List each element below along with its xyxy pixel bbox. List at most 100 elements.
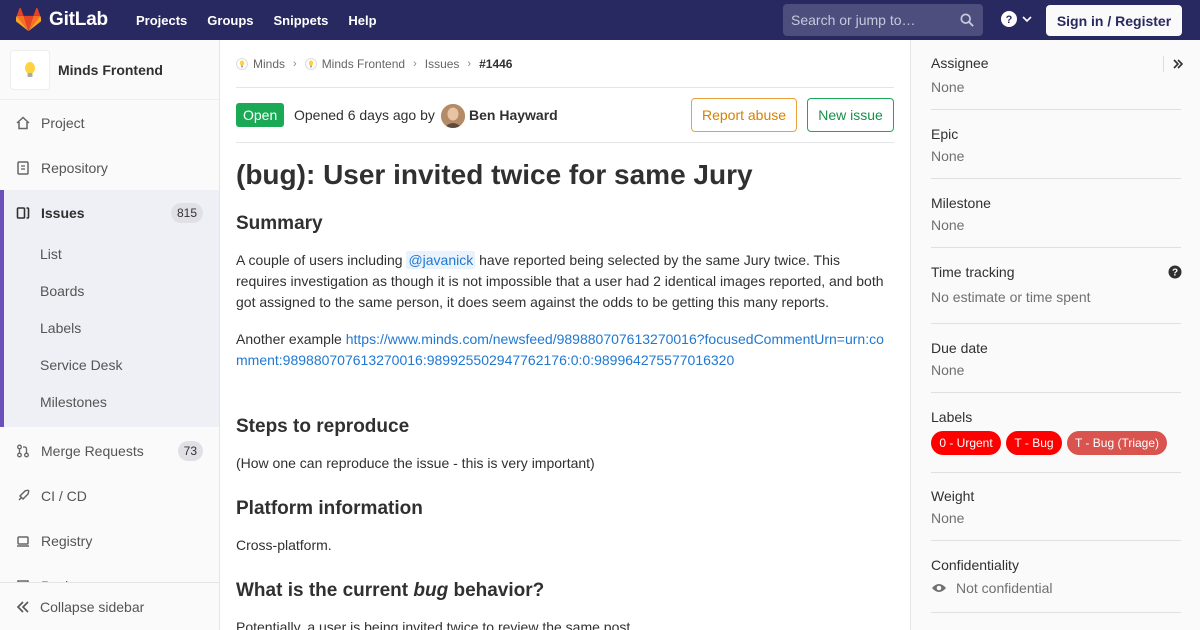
project-name: Minds Frontend: [58, 61, 163, 78]
sidebar-item-label: Repository: [41, 159, 108, 176]
heading-text-end: behavior?: [448, 580, 545, 601]
sign-in-button[interactable]: Sign in / Register: [1046, 5, 1182, 36]
gitlab-logo[interactable]: GitLab: [16, 0, 108, 40]
author-avatar[interactable]: [441, 104, 465, 128]
issues-icon: [16, 206, 30, 219]
question-icon: ?: [1001, 11, 1017, 27]
nav-groups[interactable]: Groups: [207, 13, 253, 28]
project-avatar: [10, 49, 50, 90]
merge-request-icon: [17, 444, 29, 457]
divider: [931, 540, 1181, 541]
svg-text:?: ?: [1006, 14, 1013, 26]
search-placeholder: Search or jump to…: [791, 12, 916, 28]
divider: [931, 109, 1181, 110]
issue-title: (bug): User invited twice for same Jury: [236, 159, 753, 190]
mr-count-badge: 73: [177, 441, 203, 461]
user-mention[interactable]: @javanick: [406, 251, 476, 269]
assignee-value: None: [931, 79, 965, 95]
confidentiality-title: Confidentiality: [931, 557, 1019, 573]
project-avatar-small: [304, 57, 317, 70]
double-chevron-left-icon: [16, 600, 29, 613]
breadcrumb-group[interactable]: Minds: [253, 57, 285, 71]
label-bug-triage[interactable]: T - Bug (Triage): [1067, 431, 1167, 455]
project-sidebar: Minds Frontend Project Repository Issues…: [0, 40, 220, 630]
sidebar-subitem-boards[interactable]: Boards: [40, 283, 84, 299]
search-input[interactable]: Search or jump to…: [783, 4, 983, 36]
sidebar-subitem-service-desk[interactable]: Service Desk: [40, 357, 122, 373]
nav-help[interactable]: Help: [348, 13, 376, 28]
sidebar-item-merge-requests[interactable]: Merge Requests 73: [0, 428, 219, 473]
sidebar-item-issues[interactable]: Issues 815: [0, 190, 219, 235]
opened-meta: Opened 6 days ago by: [294, 107, 435, 123]
epic-title: Epic: [931, 126, 959, 142]
summary-paragraph: A couple of users including @javanick ha…: [236, 250, 894, 313]
heading-text-start: What is the current: [236, 580, 414, 601]
project-header[interactable]: Minds Frontend: [0, 40, 219, 100]
chevron-right-icon: ›: [467, 57, 472, 70]
breadcrumb-project[interactable]: Minds Frontend: [322, 57, 405, 71]
lightbulb-icon: [25, 61, 35, 77]
current-behavior-text: Potentially, a user is being invited twi…: [236, 619, 635, 630]
report-abuse-button[interactable]: Report abuse: [691, 98, 797, 132]
due-date-title: Due date: [931, 340, 988, 356]
label-urgent[interactable]: 0 - Urgent: [931, 431, 1001, 455]
divider: [931, 612, 1181, 613]
breadcrumb: Minds › Minds Frontend › Issues › #1446: [236, 56, 512, 71]
sidebar-item-cicd[interactable]: CI / CD: [0, 473, 219, 518]
assignee-title: Assignee: [931, 55, 989, 71]
breadcrumb-issues[interactable]: Issues: [425, 57, 460, 71]
collapse-sidebar-button[interactable]: Collapse sidebar: [0, 582, 219, 630]
example-paragraph: Another example https://www.minds.com/ne…: [236, 329, 894, 371]
sidebar-item-label: Project: [41, 114, 85, 131]
time-tracking-title: Time tracking: [931, 264, 1015, 280]
chevron-right-icon: ›: [413, 57, 417, 70]
label-bug[interactable]: T - Bug: [1006, 431, 1062, 455]
sidebar-item-label: CI / CD: [41, 487, 87, 504]
platform-heading: Platform information: [236, 498, 423, 519]
rocket-icon: [18, 489, 30, 501]
search-icon: [960, 13, 974, 27]
sidebar-item-project[interactable]: Project: [0, 100, 219, 145]
nav-projects[interactable]: Projects: [136, 13, 187, 28]
gitlab-tanuki-icon: [16, 8, 41, 32]
sidebar-subitem-milestones[interactable]: Milestones: [40, 394, 107, 410]
sidebar-item-registry[interactable]: Registry: [0, 518, 219, 563]
breadcrumb-issue-id[interactable]: #1446: [479, 57, 512, 71]
lightbulb-icon: [308, 59, 313, 67]
double-chevron-right-icon[interactable]: [1171, 57, 1185, 71]
divider: [931, 392, 1181, 393]
milestone-value: None: [931, 217, 965, 233]
new-issue-button[interactable]: New issue: [807, 98, 894, 132]
divider: [931, 247, 1181, 248]
sidebar-subitem-labels[interactable]: Labels: [40, 320, 81, 336]
summary-text-start: A couple of users including: [236, 252, 407, 268]
chevron-down-icon: [1022, 16, 1032, 23]
question-icon[interactable]: ?: [1168, 265, 1182, 279]
sidebar-item-label: Issues: [41, 204, 85, 221]
due-date-value: None: [931, 362, 965, 378]
sidebar-subitem-list[interactable]: List: [40, 246, 62, 262]
nav-snippets[interactable]: Snippets: [274, 13, 329, 28]
top-navbar: GitLab Projects Groups Snippets Help Sea…: [0, 0, 1200, 40]
book-icon: [17, 160, 29, 175]
sidebar-item-label: Merge Requests: [41, 442, 144, 459]
summary-heading: Summary: [236, 213, 323, 234]
issues-count-badge: 815: [170, 203, 203, 223]
steps-text: (How one can reproduce the issue - this …: [236, 455, 595, 471]
sidebar-item-repository[interactable]: Repository: [0, 145, 219, 190]
home-icon: [16, 115, 30, 129]
top-nav-links: Projects Groups Snippets Help: [136, 13, 397, 28]
status-badge: Open: [236, 103, 285, 127]
sidebar-item-label: Registry: [41, 532, 93, 549]
weight-value: None: [931, 510, 965, 526]
author-name[interactable]: Ben Hayward: [469, 107, 558, 123]
brand-name: GitLab: [49, 9, 108, 30]
collapse-label: Collapse sidebar: [40, 598, 145, 615]
steps-heading: Steps to reproduce: [236, 416, 410, 437]
issue-main: Minds › Minds Frontend › Issues › #1446 …: [236, 40, 894, 630]
group-avatar: [236, 57, 248, 70]
chevron-right-icon: ›: [293, 57, 297, 70]
example-text: Another example: [236, 331, 346, 347]
labels-title: Labels: [931, 409, 973, 425]
help-dropdown[interactable]: ?: [1001, 11, 1032, 27]
